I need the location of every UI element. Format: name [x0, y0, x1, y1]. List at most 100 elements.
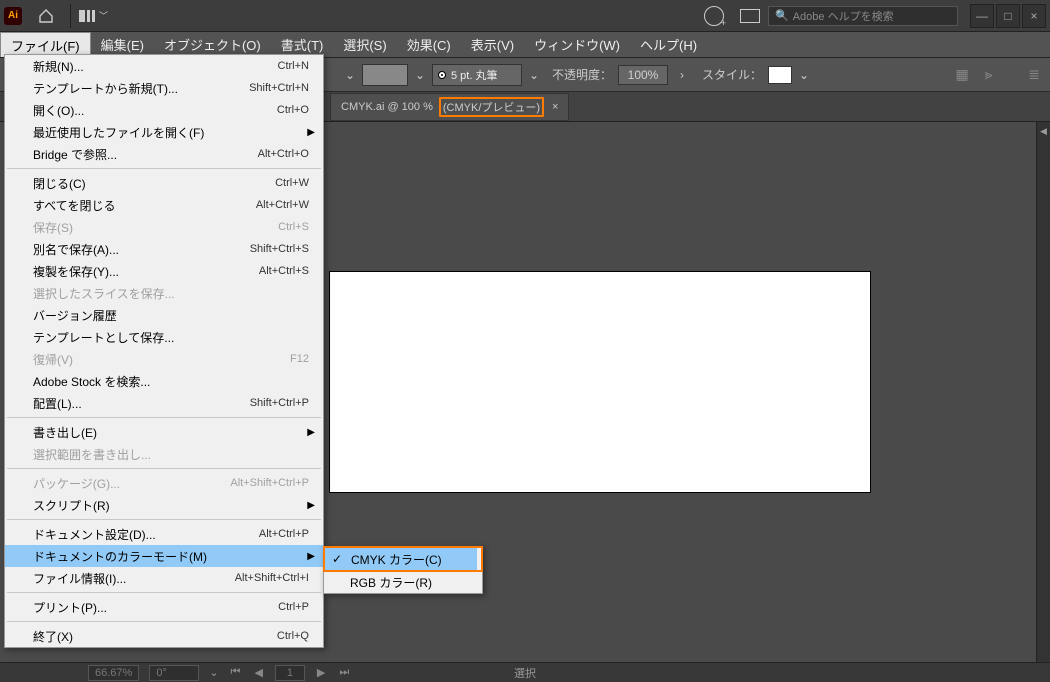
menu-item-label: ファイル情報(I)...	[33, 570, 235, 587]
file-menu-item[interactable]: 新規(N)...Ctrl+N	[5, 55, 323, 77]
menu-item-label: ドキュメントのカラーモード(M)	[33, 548, 309, 565]
chevron-down-icon[interactable]: ⌄	[209, 666, 218, 679]
document-tab[interactable]: CMYK.ai @ 100 % (CMYK/プレビュー) ×	[330, 93, 569, 121]
menu-shortcut: Alt+Ctrl+W	[256, 199, 309, 211]
file-menu-item[interactable]: 開く(O)...Ctrl+O	[5, 99, 323, 121]
menu-item-label: 最近使用したファイルを開く(F)	[33, 124, 309, 141]
panel-dock[interactable]: ◀	[1036, 122, 1050, 662]
file-menu-item[interactable]: Adobe Stock を検索...	[5, 370, 323, 392]
menu-separator	[7, 592, 321, 593]
submenu-arrow-icon: ▶	[307, 500, 315, 511]
menu-item-label: Adobe Stock を検索...	[33, 373, 309, 390]
file-menu-item[interactable]: 複製を保存(Y)...Alt+Ctrl+S	[5, 260, 323, 282]
window-controls: — □ ×	[968, 4, 1046, 28]
help-search-input[interactable]: 🔍 Adobe ヘルプを検索	[768, 6, 958, 26]
chevron-right-icon[interactable]: ›	[680, 68, 684, 82]
file-menu-item[interactable]: すべてを閉じるAlt+Ctrl+W	[5, 194, 323, 216]
fill-swatch[interactable]	[362, 64, 408, 86]
file-menu-item[interactable]: 配置(L)...Shift+Ctrl+P	[5, 392, 323, 414]
style-label: スタイル：	[702, 66, 762, 83]
file-menu-item[interactable]: Bridge で参照...Alt+Ctrl+O	[5, 143, 323, 165]
menu-item-label: バージョン履歴	[33, 307, 309, 324]
transform-icon[interactable]: ⪢	[985, 66, 993, 83]
first-artboard-icon[interactable]: ⏮	[231, 666, 241, 679]
style-swatch[interactable]	[768, 66, 792, 84]
chevron-down-icon[interactable]: ⌄	[344, 64, 356, 86]
file-menu-item[interactable]: 書き出し(E)▶	[5, 421, 323, 443]
menu-window[interactable]: ウィンドウ(W)	[524, 32, 630, 57]
menu-separator	[7, 468, 321, 469]
menu-effect[interactable]: 効果(C)	[397, 32, 461, 57]
stroke-profile[interactable]: 5 pt. 丸筆	[432, 64, 522, 86]
menu-item-label: 閉じる(C)	[33, 175, 275, 192]
status-label: 選択	[514, 665, 536, 681]
submenu-arrow-icon: ▶	[307, 127, 315, 138]
file-menu-item[interactable]: 閉じる(C)Ctrl+W	[5, 172, 323, 194]
preferences-icon[interactable]: ≣	[1028, 66, 1040, 83]
menu-item-label: プリント(P)...	[33, 599, 278, 616]
file-menu-item: 復帰(V)F12	[5, 348, 323, 370]
menu-shortcut: Ctrl+W	[275, 177, 309, 189]
tab-close-icon[interactable]: ×	[552, 101, 558, 113]
artboard[interactable]	[330, 272, 870, 492]
file-menu-item[interactable]: バージョン履歴	[5, 304, 323, 326]
file-menu-item[interactable]: ファイル情報(I)...Alt+Shift+Ctrl+I	[5, 567, 323, 589]
menu-item-label: 開く(O)...	[33, 102, 277, 119]
status-bar: 66.67% 0° ⌄ ⏮ ◀ 1 ▶ ⏭ 選択	[0, 662, 1050, 682]
workspace-switcher[interactable]: ﹀	[79, 9, 108, 22]
user-icon[interactable]	[704, 6, 724, 26]
maximize-button[interactable]: □	[996, 4, 1020, 28]
menu-item-label: 配置(L)...	[33, 395, 250, 412]
menu-item-label: 終了(X)	[33, 628, 277, 645]
chevron-down-icon[interactable]: ⌄	[798, 64, 810, 86]
file-menu-item[interactable]: ドキュメントのカラーモード(M)▶	[5, 545, 323, 567]
menu-item-label: 選択したスライスを保存...	[33, 285, 309, 302]
chevron-down-icon[interactable]: ⌄	[528, 64, 540, 86]
menu-view[interactable]: 表示(V)	[461, 32, 524, 57]
file-menu-item[interactable]: スクリプト(R)▶	[5, 494, 323, 516]
menu-select[interactable]: 選択(S)	[333, 32, 396, 57]
menu-shortcut: F12	[290, 353, 309, 365]
close-button[interactable]: ×	[1022, 4, 1046, 28]
opacity-value[interactable]: 100%	[618, 65, 668, 85]
align-icon[interactable]: ▦	[955, 66, 968, 83]
next-artboard-icon[interactable]: ▶	[317, 666, 325, 679]
tab-filename: CMYK.ai @ 100 %	[341, 101, 433, 113]
arrange-documents-icon[interactable]	[740, 9, 760, 23]
submenu-arrow-icon: ▶	[307, 551, 315, 562]
menu-separator	[7, 168, 321, 169]
file-menu-item[interactable]: プリント(P)...Ctrl+P	[5, 596, 323, 618]
menu-shortcut: Ctrl+Q	[277, 630, 309, 642]
file-menu-item[interactable]: 最近使用したファイルを開く(F)▶	[5, 121, 323, 143]
divider: |	[1009, 67, 1013, 83]
chevron-down-icon[interactable]: ⌄	[414, 64, 426, 86]
artboard-number[interactable]: 1	[275, 665, 305, 681]
last-artboard-icon[interactable]: ⏭	[339, 666, 349, 679]
submenu-cmyk[interactable]: ✓ CMYK カラー(C)	[325, 548, 477, 570]
menu-item-label: テンプレートとして保存...	[33, 329, 309, 346]
rotate-field[interactable]: 0°	[149, 665, 199, 681]
submenu-arrow-icon: ▶	[307, 427, 315, 438]
file-menu-item[interactable]: テンプレートから新規(T)...Shift+Ctrl+N	[5, 77, 323, 99]
menu-help[interactable]: ヘルプ(H)	[630, 32, 707, 57]
minimize-button[interactable]: —	[970, 4, 994, 28]
file-menu-item[interactable]: テンプレートとして保存...	[5, 326, 323, 348]
title-bar: Ai ﹀ 🔍 Adobe ヘルプを検索 — □ ×	[0, 0, 1050, 32]
file-menu-item[interactable]: 終了(X)Ctrl+Q	[5, 625, 323, 647]
menu-item-label: 保存(S)	[33, 219, 278, 236]
prev-artboard-icon[interactable]: ◀	[254, 666, 262, 679]
menu-shortcut: Ctrl+S	[278, 221, 309, 233]
menu-shortcut: Alt+Shift+Ctrl+I	[235, 572, 309, 584]
zoom-field[interactable]: 66.67%	[88, 665, 139, 681]
menu-shortcut: Ctrl+N	[278, 60, 309, 72]
menu-item-label: 復帰(V)	[33, 351, 290, 368]
stroke-dot-icon	[439, 72, 445, 78]
file-menu-item[interactable]: 別名で保存(A)...Shift+Ctrl+S	[5, 238, 323, 260]
file-menu-item[interactable]: ドキュメント設定(D)...Alt+Ctrl+P	[5, 523, 323, 545]
submenu-rgb[interactable]: RGB カラー(R)	[324, 571, 482, 593]
menu-shortcut: Alt+Ctrl+S	[259, 265, 309, 277]
menu-item-label: 複製を保存(Y)...	[33, 263, 259, 280]
menu-item-label: 書き出し(E)	[33, 424, 309, 441]
app-logo: Ai	[4, 7, 22, 25]
home-icon[interactable]	[38, 8, 54, 24]
